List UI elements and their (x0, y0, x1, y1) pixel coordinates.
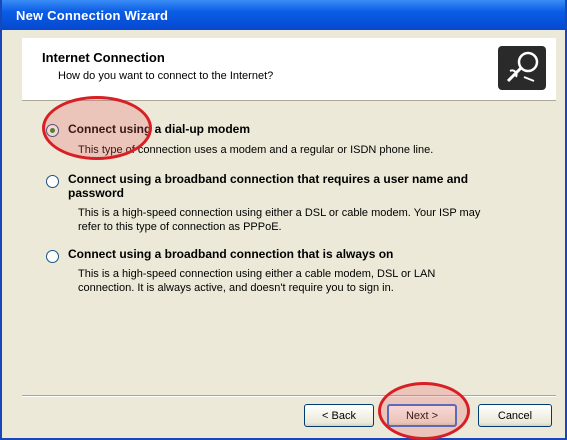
window-title: New Connection Wizard (16, 8, 169, 23)
option-broadband-always-on-description-line1: This is a high-speed connection using ei… (78, 268, 436, 280)
option-broadband-pppoe-label-line1: Connect using a broadband connection tha… (68, 172, 469, 186)
title-bar[interactable]: New Connection Wizard (2, 0, 565, 30)
cancel-button[interactable]: Cancel (478, 404, 552, 427)
header-title: Internet Connection (42, 50, 165, 65)
header-subtitle: How do you want to connect to the Intern… (58, 70, 274, 82)
option-dialup-description: This type of connection uses a modem and… (78, 144, 434, 156)
option-broadband-always-on-label: Connect using a broadband connection tha… (68, 247, 394, 261)
wizard-window: New Connection Wizard Internet Connectio… (0, 0, 567, 440)
wizard-header: Internet Connection How do you want to c… (22, 38, 556, 101)
radio-broadband-pppoe[interactable] (46, 175, 59, 188)
annotation-circle-dialup (42, 96, 152, 160)
wizard-connection-icon (498, 46, 546, 90)
radio-broadband-always-on[interactable] (46, 250, 59, 263)
option-broadband-always-on-description-line2: connection. It is always active, and doe… (78, 282, 394, 294)
option-broadband-pppoe-description-line2: refer to this type of connection as PPPo… (78, 221, 282, 233)
option-broadband-pppoe-description-line1: This is a high-speed connection using ei… (78, 207, 481, 219)
option-broadband-pppoe-label-line2: password (68, 186, 125, 200)
annotation-circle-next (378, 382, 470, 440)
footer-divider (22, 395, 556, 397)
back-button[interactable]: < Back (304, 404, 374, 427)
